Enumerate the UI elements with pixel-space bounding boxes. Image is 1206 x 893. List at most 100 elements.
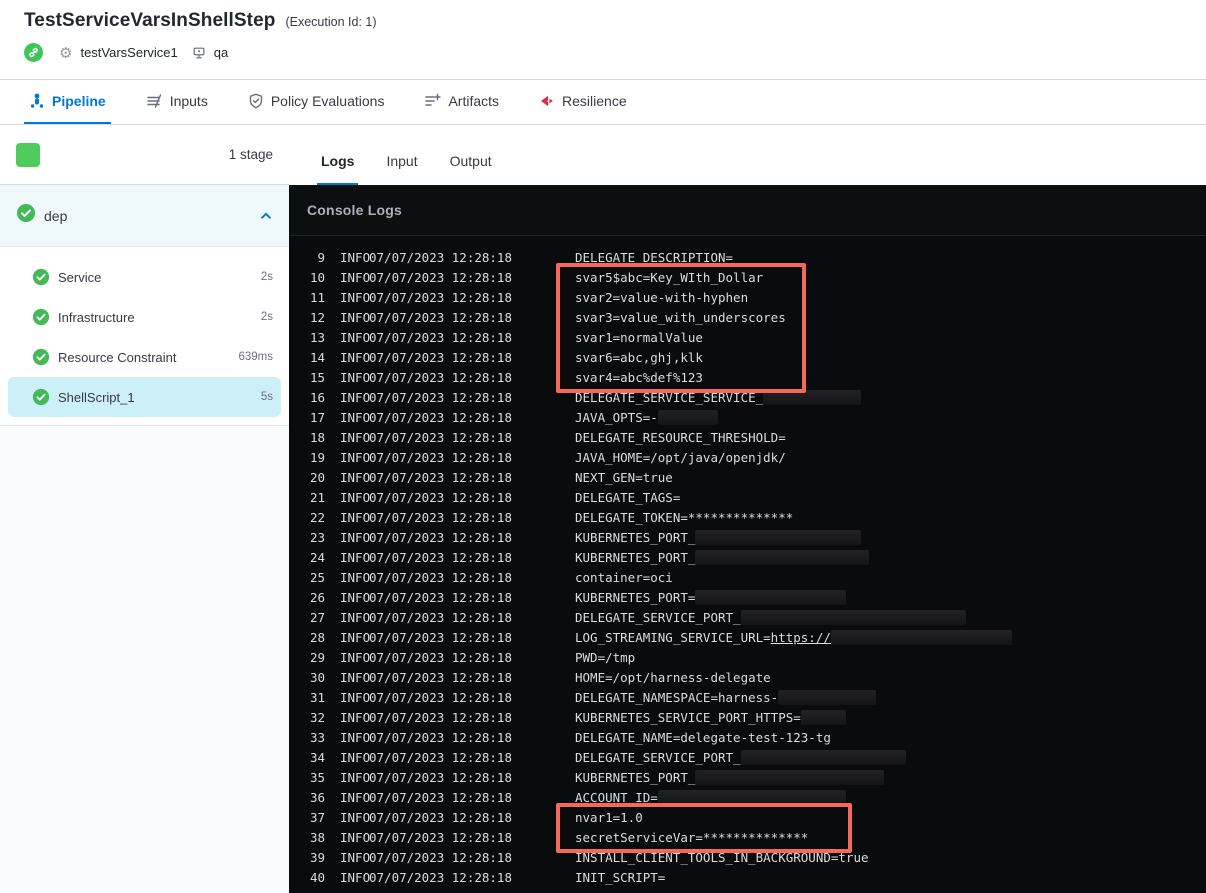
log-message: NEXT_GEN=true: [575, 470, 673, 485]
log-message: INIT_SCRIPT=: [575, 870, 666, 885]
tab-resilience[interactable]: Resilience: [534, 80, 632, 124]
pipeline-icon: [29, 93, 45, 109]
log-line-number: 35: [309, 770, 325, 785]
log-level: INFO: [340, 510, 371, 525]
step-list: Service 2s Infrastructure 2s Resource Constr…: [0, 247, 289, 426]
log-level: INFO: [340, 590, 371, 605]
log-timestamp: 07/07/2023 12:28:18: [369, 630, 512, 645]
check-circle-icon: [16, 203, 36, 228]
step-row-resource-constraint[interactable]: Resource Constraint 639ms: [8, 337, 281, 377]
log-line: 34 INFO 07/07/2023 12:28:18 DELEGATE_SERVIC…: [289, 748, 1206, 768]
redacted-value: [695, 550, 869, 565]
log-line: 14 INFO 07/07/2023 12:28:18 svar6=abc,ghj,k…: [289, 348, 1206, 368]
log-message: KUBERNETES_PORT=: [575, 588, 1206, 608]
log-level: INFO: [340, 450, 371, 465]
log-line-number: 21: [309, 490, 325, 505]
log-line-number: 24: [309, 550, 325, 565]
log-tab-input[interactable]: Input: [382, 153, 421, 185]
log-line-number: 15: [309, 370, 325, 385]
log-line-number: 30: [309, 670, 325, 685]
tab-artifacts[interactable]: Artifacts: [419, 80, 504, 124]
log-line-number: 9: [317, 250, 325, 265]
log-message: svar3=value_with_underscores: [575, 310, 786, 325]
log-level: INFO: [340, 370, 371, 385]
log-timestamp: 07/07/2023 12:28:18: [369, 730, 512, 745]
log-timestamp: 07/07/2023 12:28:18: [369, 810, 512, 825]
log-line-number: 27: [309, 610, 325, 625]
log-timestamp: 07/07/2023 12:28:18: [369, 290, 512, 305]
log-line-number: 37: [309, 810, 325, 825]
console-title: Console Logs: [307, 202, 402, 218]
log-message: KUBERNETES_PORT_: [575, 768, 1206, 788]
log-line: 26 INFO 07/07/2023 12:28:18 KUBERNETES_PORT…: [289, 588, 1206, 608]
log-timestamp: 07/07/2023 12:28:18: [369, 450, 512, 465]
log-timestamp: 07/07/2023 12:28:18: [369, 870, 512, 885]
log-line: 10 INFO 07/07/2023 12:28:18 svar5$abc=Key_W…: [289, 268, 1206, 288]
step-row-shellscript_1[interactable]: ShellScript_1 5s: [8, 377, 281, 417]
console-body[interactable]: 9 INFO 07/07/2023 12:28:18 DELEGATE_DESCRIP…: [289, 236, 1206, 893]
log-level: INFO: [340, 330, 371, 345]
chevron-up-icon[interactable]: [259, 209, 273, 223]
service-name[interactable]: testVarsService1: [80, 45, 177, 60]
log-line: 12 INFO 07/07/2023 12:28:18 svar3=value_wit…: [289, 308, 1206, 328]
log-timestamp: 07/07/2023 12:28:18: [369, 750, 512, 765]
log-line: 17 INFO 07/07/2023 12:28:18 JAVA_OPTS=-: [289, 408, 1206, 428]
log-message: DELEGATE_TAGS=: [575, 490, 681, 505]
log-line-number: 16: [309, 390, 325, 405]
log-message: DELEGATE_SERVICE_SERVICE_: [575, 388, 1206, 408]
sidebar-filler: [0, 426, 289, 893]
environment-name[interactable]: qa: [214, 45, 228, 60]
log-message: DELEGATE_DESCRIPTION=: [575, 250, 734, 265]
log-timestamp: 07/07/2023 12:28:18: [369, 350, 512, 365]
log-line-number: 23: [309, 530, 325, 545]
log-line-number: 20: [309, 470, 325, 485]
log-level: INFO: [340, 870, 371, 885]
log-line: 30 INFO 07/07/2023 12:28:18 HOME=/opt/harne…: [289, 668, 1206, 688]
log-tab-bar: Logs Input Output: [289, 125, 1206, 185]
step-row-infrastructure[interactable]: Infrastructure 2s: [8, 297, 281, 337]
log-level: INFO: [340, 410, 371, 425]
redacted-value: [695, 530, 861, 545]
log-level: INFO: [340, 390, 371, 405]
log-timestamp: 07/07/2023 12:28:18: [369, 790, 512, 805]
log-line-number: 17: [309, 410, 325, 425]
redacted-value: [778, 690, 877, 705]
tab-pipeline[interactable]: Pipeline: [24, 80, 111, 124]
tab-label: Policy Evaluations: [270, 93, 385, 109]
policy-shield-icon: [248, 93, 264, 109]
step-row-service[interactable]: Service 2s: [8, 257, 281, 297]
stage-group-name: dep: [44, 207, 68, 224]
tab-label: Inputs: [169, 93, 208, 109]
log-level: INFO: [340, 270, 371, 285]
log-line: 24 INFO 07/07/2023 12:28:18 KUBERNETES_PORT…: [289, 548, 1206, 568]
log-tab-output[interactable]: Output: [446, 153, 496, 185]
log-tab-logs[interactable]: Logs: [317, 153, 359, 185]
console-header: Console Logs: [289, 185, 1206, 236]
log-timestamp: 07/07/2023 12:28:18: [369, 550, 512, 565]
log-line-number: 31: [309, 690, 325, 705]
stage-status-square[interactable]: [16, 142, 40, 167]
log-timestamp: 07/07/2023 12:28:18: [369, 330, 512, 345]
deployment-icon: [24, 43, 43, 62]
tab-label: Pipeline: [52, 93, 106, 109]
log-level: INFO: [340, 790, 371, 805]
stage-group-dep[interactable]: dep: [0, 185, 289, 247]
log-message: secretServiceVar=**************: [575, 830, 809, 845]
log-line-number: 40: [309, 870, 325, 885]
tab-policy-evaluations[interactable]: Policy Evaluations: [243, 80, 390, 124]
log-level: INFO: [340, 250, 371, 265]
step-name: Resource Constraint: [58, 349, 177, 365]
redacted-value: [695, 770, 884, 785]
log-link[interactable]: https://: [771, 630, 831, 645]
log-message: ACCOUNT_ID=: [575, 788, 1206, 808]
log-message: KUBERNETES_SERVICE_PORT_HTTPS=: [575, 708, 1206, 728]
log-timestamp: 07/07/2023 12:28:18: [369, 490, 512, 505]
log-timestamp: 07/07/2023 12:28:18: [369, 670, 512, 685]
step-name: Service: [58, 269, 102, 285]
log-line: 40 INFO 07/07/2023 12:28:18 INIT_SCRIPT=: [289, 868, 1206, 888]
log-line-number: 18: [309, 430, 325, 445]
log-line: 36 INFO 07/07/2023 12:28:18 ACCOUNT_ID=: [289, 788, 1206, 808]
redacted-value: [657, 410, 718, 425]
tab-inputs[interactable]: Inputs: [141, 80, 213, 124]
log-line: 37 INFO 07/07/2023 12:28:18 nvar1=1.0: [289, 808, 1206, 828]
